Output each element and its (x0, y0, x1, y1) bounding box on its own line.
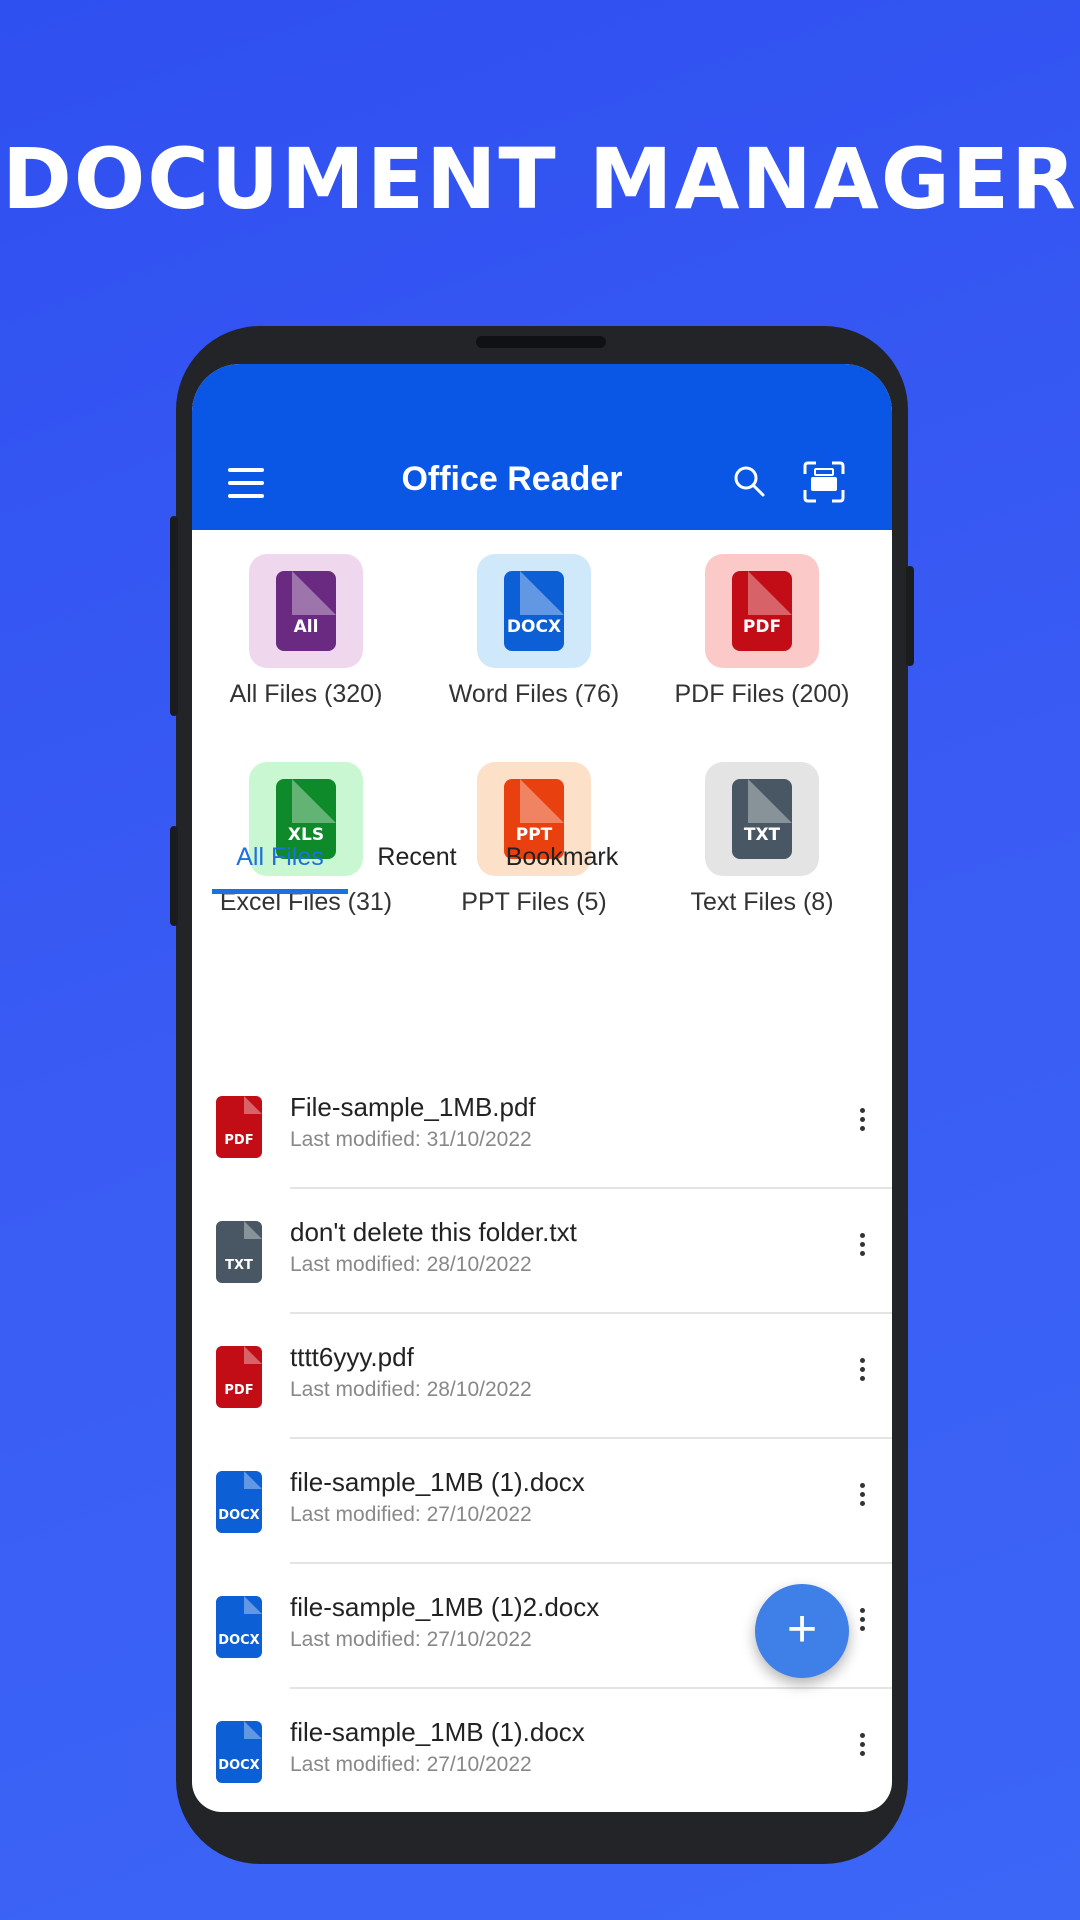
file-date: Last modified: 27/10/2022 (290, 1628, 532, 1651)
file-name: file-sample_1MB (1).docx (290, 1467, 585, 1497)
category-all-files[interactable]: All All Files (320) (192, 554, 420, 709)
more-options-icon[interactable] (852, 1104, 872, 1144)
file-name: don't delete this folder.txt (290, 1217, 577, 1247)
tab-all-files[interactable]: All Files (212, 824, 348, 894)
file-row[interactable]: PDF tttt6yyy.pdf Last modified: 28/10/20… (192, 1314, 892, 1439)
plus-icon: + (786, 1600, 818, 1658)
file-row[interactable]: TXT don't delete this folder.txt Last mo… (192, 1189, 892, 1314)
phone-frame: Office Reader All All Files (320) DOCX W… (170, 326, 914, 1864)
category-pdf-files[interactable]: PDF PDF Files (200) (648, 554, 876, 709)
docx-file-icon: DOCX (216, 1471, 262, 1533)
tab-bookmark[interactable]: Bookmark (492, 824, 632, 894)
category-label: PDF Files (200) (674, 680, 850, 708)
category-word-files[interactable]: DOCX Word Files (76) (420, 554, 648, 709)
file-date: Last modified: 28/10/2022 (290, 1378, 532, 1401)
docx-file-icon: DOCX (216, 1596, 262, 1658)
file-date: Last modified: 27/10/2022 (290, 1503, 532, 1526)
file-name: file-sample_1MB (1)2.docx (290, 1592, 600, 1622)
more-options-icon[interactable] (852, 1729, 872, 1769)
file-date: Last modified: 28/10/2022 (290, 1253, 532, 1276)
category-label: Word Files (76) (448, 680, 620, 708)
file-name: file-sample_1MB (1).docx (290, 1717, 585, 1747)
phone-speaker (476, 336, 606, 348)
search-icon[interactable] (732, 464, 766, 498)
more-options-icon[interactable] (852, 1604, 872, 1644)
file-row[interactable]: PDF File-sample_1MB.pdf Last modified: 3… (192, 1064, 892, 1189)
phone-volume-button (170, 516, 178, 716)
category-tile: All (249, 554, 363, 668)
file-date: Last modified: 31/10/2022 (290, 1128, 532, 1151)
add-file-button[interactable]: + (755, 1584, 849, 1678)
file-date: Last modified: 27/10/2022 (290, 1753, 532, 1776)
app-bar: Office Reader (192, 364, 892, 530)
file-tabs: All Files Recent Bookmark (212, 824, 892, 904)
more-options-icon[interactable] (852, 1229, 872, 1269)
category-label: All Files (320) (229, 680, 383, 708)
tab-recent[interactable]: Recent (362, 824, 472, 894)
phone-power-button (906, 566, 914, 666)
file-row[interactable]: DOCX file-sample_1MB (1).docx Last modif… (192, 1439, 892, 1564)
docx-file-icon: DOCX (216, 1721, 262, 1783)
scan-icon[interactable] (802, 460, 846, 504)
pdf-file-icon: PDF (732, 571, 792, 651)
pdf-file-icon: PDF (216, 1096, 262, 1158)
category-tile: PDF (705, 554, 819, 668)
headline: DOCUMENT MANAGER (2, 130, 1078, 228)
txt-file-icon: TXT (216, 1221, 262, 1283)
more-options-icon[interactable] (852, 1479, 872, 1519)
pdf-file-icon: PDF (216, 1346, 262, 1408)
file-name: tttt6yyy.pdf (290, 1342, 414, 1372)
category-tile: DOCX (477, 554, 591, 668)
file-name: File-sample_1MB.pdf (290, 1092, 536, 1122)
app-screen: Office Reader All All Files (320) DOCX W… (192, 364, 892, 1812)
phone-side-button (170, 826, 178, 926)
all-files-icon: All (276, 571, 336, 651)
docx-file-icon: DOCX (504, 571, 564, 651)
more-options-icon[interactable] (852, 1354, 872, 1394)
file-row[interactable]: DOCX file-sample_1MB (1).docx Last modif… (192, 1689, 892, 1812)
